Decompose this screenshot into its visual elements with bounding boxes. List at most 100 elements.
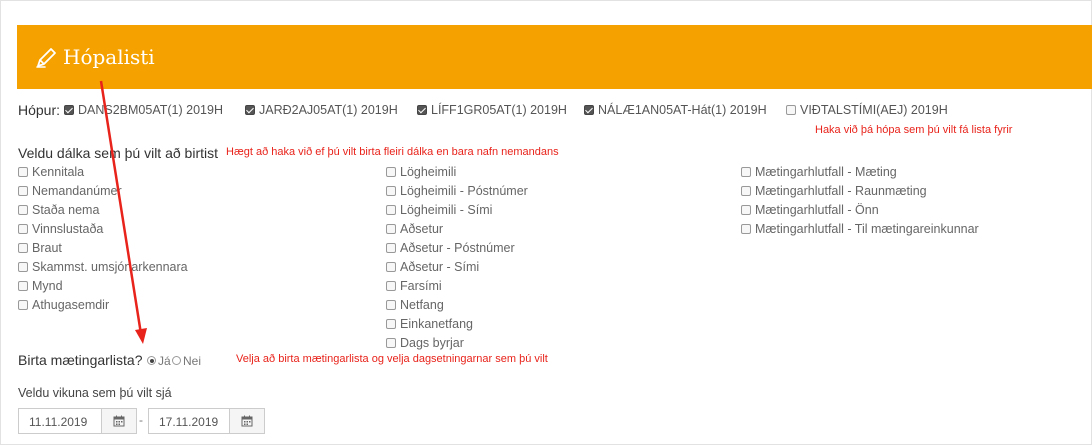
column-label: Braut	[32, 241, 62, 255]
attendance-no-label: Nei	[183, 354, 202, 368]
column-checkbox[interactable]	[18, 262, 28, 272]
group-label: DANS2BM05AT(1) 2019H	[78, 103, 223, 117]
column-checkbox[interactable]	[18, 224, 28, 234]
date-to-input[interactable]: 17.11.2019	[148, 408, 230, 434]
column-option[interactable]: Kennitala	[18, 165, 84, 179]
column-checkbox[interactable]	[741, 167, 751, 177]
column-checkbox[interactable]	[18, 281, 28, 291]
column-label: Netfang	[400, 298, 444, 312]
column-label: Mynd	[32, 279, 63, 293]
column-label: Athugasemdir	[32, 298, 110, 312]
column-label: Nemandanúmer	[32, 184, 122, 198]
calendar-icon	[241, 415, 253, 427]
column-option[interactable]: Aðsetur - Póstnúmer	[386, 241, 515, 255]
column-label: Mætingarhlutfall - Til mætingareinkunnar	[755, 222, 979, 236]
attendance-no-radio[interactable]	[172, 356, 181, 365]
attendance-no-option[interactable]: Nei	[170, 354, 201, 368]
column-checkbox[interactable]	[18, 300, 28, 310]
column-option[interactable]: Athugasemdir	[18, 298, 109, 312]
columns-annotation: Hægt að haka við ef þú vilt birta fleiri…	[226, 146, 559, 158]
column-checkbox[interactable]	[386, 300, 396, 310]
week-label: Veldu vikuna sem þú vilt sjá	[18, 386, 172, 400]
column-checkbox[interactable]	[386, 205, 396, 215]
column-option[interactable]: Nemandanúmer	[18, 184, 122, 198]
column-label: Kennitala	[32, 165, 85, 179]
columns-label: Veldu dálka sem þú vilt að birtist	[18, 145, 218, 161]
column-checkbox[interactable]	[741, 224, 751, 234]
column-label: Mætingarhlutfall - Önn	[755, 203, 879, 217]
group-checkbox[interactable]	[64, 105, 74, 115]
column-checkbox[interactable]	[386, 224, 396, 234]
groups-annotation: Haka við þá hópa sem þú vilt fá lista fy…	[815, 124, 1013, 136]
calendar-to-button[interactable]	[229, 408, 265, 434]
column-label: Lögheimili - Sími	[400, 203, 493, 217]
column-label: Aðsetur - Sími	[400, 260, 480, 274]
column-option[interactable]: Einkanetfang	[386, 317, 473, 331]
header-banner: Hópalisti	[17, 25, 1092, 89]
column-checkbox[interactable]	[386, 243, 396, 253]
page-title: Hópalisti	[63, 45, 155, 69]
group-option[interactable]: JARÐ2AJ05AT(1) 2019H	[245, 103, 398, 117]
column-label: Dags byrjar	[400, 336, 464, 350]
group-checkbox[interactable]	[584, 105, 594, 115]
column-option[interactable]: Braut	[18, 241, 62, 255]
column-option[interactable]: Farsími	[386, 279, 442, 293]
column-option[interactable]: Mætingarhlutfall - Önn	[741, 203, 879, 217]
column-option[interactable]: Mætingarhlutfall - Mæting	[741, 165, 897, 179]
column-checkbox[interactable]	[18, 167, 28, 177]
attendance-annotation: Velja að birta mætingarlista og velja da…	[236, 353, 548, 365]
column-option[interactable]: Mætingarhlutfall - Raunmæting	[741, 184, 927, 198]
date-from-input[interactable]: 11.11.2019	[18, 408, 102, 434]
group-option[interactable]: NÁLÆ1AN05AT-Hát(1) 2019H	[584, 103, 767, 117]
column-checkbox[interactable]	[386, 186, 396, 196]
column-label: Staða nema	[32, 203, 100, 217]
column-label: Farsími	[400, 279, 442, 293]
groups-label: Hópur:	[18, 102, 61, 118]
attendance-yes-radio[interactable]	[147, 356, 156, 365]
column-option[interactable]: Vinnslustaða	[18, 222, 103, 236]
column-checkbox[interactable]	[386, 338, 396, 348]
column-checkbox[interactable]	[386, 262, 396, 272]
group-option[interactable]: VIÐTALSTÍMI(AEJ) 2019H	[786, 103, 948, 117]
column-label: Aðsetur	[400, 222, 444, 236]
column-option[interactable]: Lögheimili - Póstnúmer	[386, 184, 528, 198]
column-option[interactable]: Mynd	[18, 279, 63, 293]
column-checkbox[interactable]	[741, 205, 751, 215]
group-option[interactable]: DANS2BM05AT(1) 2019H	[64, 103, 223, 117]
pencil-icon	[36, 48, 56, 68]
column-option[interactable]: Lögheimili - Sími	[386, 203, 492, 217]
group-option[interactable]: LÍFF1GR05AT(1) 2019H	[417, 103, 567, 117]
column-option[interactable]: Aðsetur - Sími	[386, 260, 479, 274]
group-checkbox[interactable]	[417, 105, 427, 115]
column-option[interactable]: Dags byrjar	[386, 336, 464, 350]
column-option[interactable]: Mætingarhlutfall - Til mætingareinkunnar	[741, 222, 979, 236]
calendar-icon	[113, 415, 125, 427]
column-option[interactable]: Lögheimili	[386, 165, 456, 179]
column-option[interactable]: Netfang	[386, 298, 444, 312]
column-label: Mætingarhlutfall - Mæting	[755, 165, 897, 179]
column-label: Skammst. umsjónarkennara	[32, 260, 188, 274]
group-checkbox[interactable]	[786, 105, 796, 115]
column-label: Mætingarhlutfall - Raunmæting	[755, 184, 927, 198]
column-checkbox[interactable]	[18, 205, 28, 215]
column-label: Einkanetfang	[400, 317, 473, 331]
attendance-yes-label: Já	[158, 354, 171, 368]
column-checkbox[interactable]	[18, 243, 28, 253]
column-checkbox[interactable]	[386, 281, 396, 291]
attendance-yes-option[interactable]: Já	[145, 354, 171, 368]
group-label: JARÐ2AJ05AT(1) 2019H	[259, 103, 398, 117]
calendar-from-button[interactable]	[101, 408, 137, 434]
column-checkbox[interactable]	[386, 319, 396, 329]
column-checkbox[interactable]	[386, 167, 396, 177]
column-option[interactable]: Aðsetur	[386, 222, 443, 236]
column-label: Lögheimili - Póstnúmer	[400, 184, 528, 198]
column-option[interactable]: Staða nema	[18, 203, 99, 217]
column-checkbox[interactable]	[18, 186, 28, 196]
column-checkbox[interactable]	[741, 186, 751, 196]
column-label: Aðsetur - Póstnúmer	[400, 241, 515, 255]
date-separator: -	[139, 413, 143, 427]
column-label: Lögheimili	[400, 165, 457, 179]
column-option[interactable]: Skammst. umsjónarkennara	[18, 260, 188, 274]
group-checkbox[interactable]	[245, 105, 255, 115]
group-label: NÁLÆ1AN05AT-Hát(1) 2019H	[598, 103, 767, 117]
